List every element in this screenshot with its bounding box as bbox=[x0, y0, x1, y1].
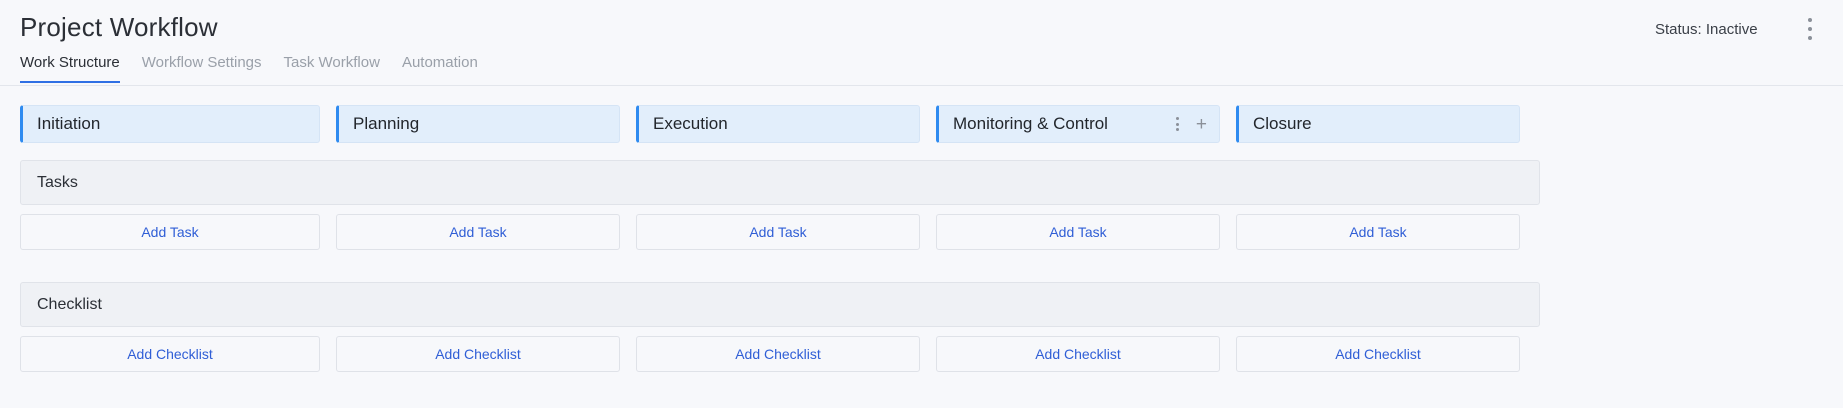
add-checklist-button[interactable]: Add Checklist bbox=[336, 336, 620, 372]
add-checklist-button[interactable]: Add Checklist bbox=[936, 336, 1220, 372]
add-task-button[interactable]: Add Task bbox=[20, 214, 320, 250]
add-checklist-button[interactable]: Add Checklist bbox=[636, 336, 920, 372]
phase-label: Closure bbox=[1253, 114, 1312, 133]
section-title: Checklist bbox=[37, 295, 102, 313]
phase-label: Planning bbox=[353, 114, 420, 133]
add-task-button[interactable]: Add Task bbox=[336, 214, 620, 250]
phase-header-execution[interactable]: Execution bbox=[636, 105, 920, 143]
tasks-section-header: Tasks bbox=[20, 160, 1540, 205]
phase-label: Monitoring & Control bbox=[953, 114, 1108, 133]
tab-work-structure[interactable]: Work Structure bbox=[20, 54, 120, 83]
page-header: Project Workflow Status: Inactive Work S… bbox=[0, 0, 1843, 86]
add-checklist-button[interactable]: Add Checklist bbox=[1236, 336, 1520, 372]
add-phase-icon[interactable]: + bbox=[1196, 115, 1207, 134]
section-title: Tasks bbox=[37, 173, 78, 191]
phase-header-closure[interactable]: Closure bbox=[1236, 105, 1520, 143]
phase-header-planning[interactable]: Planning bbox=[336, 105, 620, 143]
phase-tools: + bbox=[1174, 106, 1207, 142]
tab-workflow-settings[interactable]: Workflow Settings bbox=[142, 54, 262, 83]
tab-task-workflow[interactable]: Task Workflow bbox=[284, 54, 380, 83]
phase-header-initiation[interactable]: Initiation bbox=[20, 105, 320, 143]
add-task-button[interactable]: Add Task bbox=[636, 214, 920, 250]
phase-menu-icon[interactable] bbox=[1174, 117, 1182, 131]
tab-automation[interactable]: Automation bbox=[402, 54, 478, 83]
phase-label: Initiation bbox=[37, 114, 101, 133]
add-checklist-button[interactable]: Add Checklist bbox=[20, 336, 320, 372]
status-label: Status: Inactive bbox=[1655, 21, 1758, 38]
add-task-button[interactable]: Add Task bbox=[1236, 214, 1520, 250]
add-task-button[interactable]: Add Task bbox=[936, 214, 1220, 250]
phase-label: Execution bbox=[653, 114, 728, 133]
phase-header-monitoring-control[interactable]: Monitoring & Control + bbox=[936, 105, 1220, 143]
more-options-icon[interactable] bbox=[1800, 18, 1820, 40]
tab-bar: Work Structure Workflow Settings Task Wo… bbox=[20, 54, 500, 83]
page-title: Project Workflow bbox=[20, 12, 218, 42]
checklist-section-header: Checklist bbox=[20, 282, 1540, 327]
